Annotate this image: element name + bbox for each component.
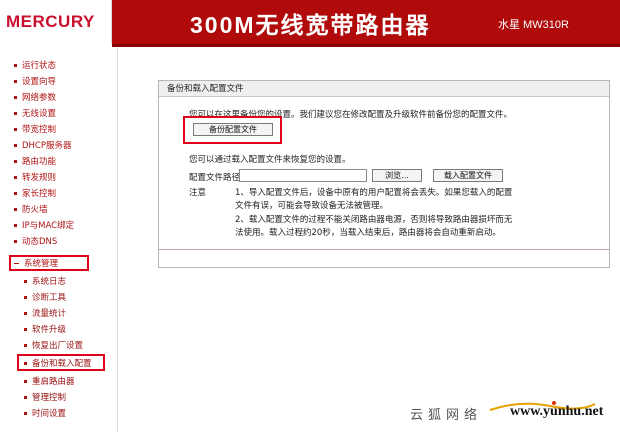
browse-button[interactable]: 浏览... [372,169,422,182]
sidebar-item-label: 流量统计 [32,309,67,319]
bullet-icon [14,112,17,115]
sidebar-item-label: 网络参数 [22,93,57,103]
config-file-path-input[interactable] [239,169,367,182]
sidebar-item-status[interactable]: 运行状态 [14,59,56,73]
bullet-icon [14,240,17,243]
sidebar-item-wireless[interactable]: 无线设置 [14,107,56,121]
bullet-icon [14,208,17,211]
bullet-icon [24,296,27,299]
sidebar-item-label: DHCP服务器 [22,141,72,151]
sidebar-item-label: 恢复出厂设置 [32,341,84,351]
mercury-logo: MERCURY [6,12,95,31]
sidebar-item-forwarding[interactable]: 转发规则 [14,171,56,185]
note-line: 2、载入配置文件的过程不能关闭路由器电源，否则将导致路由器损坏而无 [235,215,513,225]
sidebar-item-ip-mac[interactable]: IP与MAC绑定 [14,219,74,233]
header-divider [112,44,620,47]
bullet-icon [14,96,17,99]
sidebar-item-ddns[interactable]: 动态DNS [14,235,57,249]
sidebar-item-network[interactable]: 网络参数 [14,91,56,105]
sidebar-item-label: 家长控制 [22,189,57,199]
bullet-icon [14,192,17,195]
panel-title: 备份和载入配置文件 [159,81,609,97]
sidebar-item-parental[interactable]: 家长控制 [14,187,56,201]
bullet-icon [14,64,17,67]
bullet-icon [14,80,17,83]
bullet-icon [24,412,27,415]
sidebar-item-label: 诊断工具 [32,293,67,303]
logo-area: MERCURY [0,0,112,44]
sidebar-item-label: 运行状态 [22,61,57,71]
bullet-icon [24,380,27,383]
note-line: 1、导入配置文件后，设备中原有的用户配置将会丢失。如果您载入的配置 [235,188,513,198]
header-bar: MERCURY 300M无线宽带路由器 水星 MW310R [0,0,620,44]
sidebar-item-admin[interactable]: 管理控制 [24,391,66,405]
panel-divider [159,249,609,250]
sidebar-item-label: 防火墙 [22,205,48,215]
sidebar-item-dhcp[interactable]: DHCP服务器 [14,139,72,153]
highlight-backup-button [183,116,282,144]
bullet-icon [24,396,27,399]
sidebar-item-label: IP与MAC绑定 [22,221,75,231]
sidebar-item-diagnostics[interactable]: 诊断工具 [24,291,66,305]
sidebar-item-label: 时间设置 [32,409,67,419]
note-label: 注意 [189,188,207,198]
bullet-icon [24,312,27,315]
sidebar-item-label: 带宽控制 [22,125,57,135]
sidebar-item-bandwidth[interactable]: 带宽控制 [14,123,56,137]
sidebar-item-factory-reset[interactable]: 恢复出厂设置 [24,339,83,353]
sidebar-item-label: 动态DNS [22,237,58,247]
watermark-text: 云狐网络 [410,408,483,423]
sidebar-item-label: 设置向导 [22,77,57,87]
load-config-button[interactable]: 载入配置文件 [433,169,503,182]
highlight-system-menu [9,255,89,271]
watermark-url: www.yunhu.net [510,404,604,419]
backup-restore-panel: 备份和载入配置文件 您可以在这里备份您的设置。我们建议您在修改配置及升级软件前备… [158,80,610,268]
sidebar-item-routing[interactable]: 路由功能 [14,155,56,169]
sidebar-item-time[interactable]: 时间设置 [24,407,66,421]
sidebar-nav: 运行状态 设置向导 网络参数 无线设置 带宽控制 DHCP服务器 路由功能 转发… [0,47,118,432]
bullet-icon [14,128,17,131]
sidebar-item-upgrade[interactable]: 软件升级 [24,323,66,337]
restore-hint: 您可以通过载入配置文件来恢复您的设置。 [189,155,351,165]
note-line: 文件有误，可能会导致设备无法被管理。 [235,201,389,211]
bullet-icon [24,344,27,347]
page-title: 300M无线宽带路由器 [190,12,431,38]
note-line: 法使用。载入过程约20秒，当载入结束后，路由器将会自动重新启动。 [235,228,501,238]
sidebar-item-reboot[interactable]: 重启路由器 [24,375,75,389]
sidebar-item-label: 无线设置 [22,109,57,119]
sidebar-item-syslog[interactable]: 系统日志 [24,275,66,289]
sidebar-item-label: 转发规则 [22,173,57,183]
bullet-icon [24,280,27,283]
bullet-icon [14,176,17,179]
sidebar-item-firewall[interactable]: 防火墙 [14,203,48,217]
bullet-icon [14,160,17,163]
sidebar-item-traffic[interactable]: 流量统计 [24,307,66,321]
sidebar-item-label: 重启路由器 [32,377,75,387]
sidebar-item-label: 软件升级 [32,325,67,335]
sidebar-item-label: 系统日志 [32,277,67,287]
model-name: 水星 MW310R [498,19,569,31]
bullet-icon [14,224,17,227]
bullet-icon [14,144,17,147]
sidebar-item-label: 管理控制 [32,393,67,403]
sidebar-item-label: 路由功能 [22,157,57,167]
bullet-icon [24,328,27,331]
sidebar-item-wizard[interactable]: 设置向导 [14,75,56,89]
path-label: 配置文件路径 [189,173,241,183]
highlight-backup-menu [17,354,105,371]
